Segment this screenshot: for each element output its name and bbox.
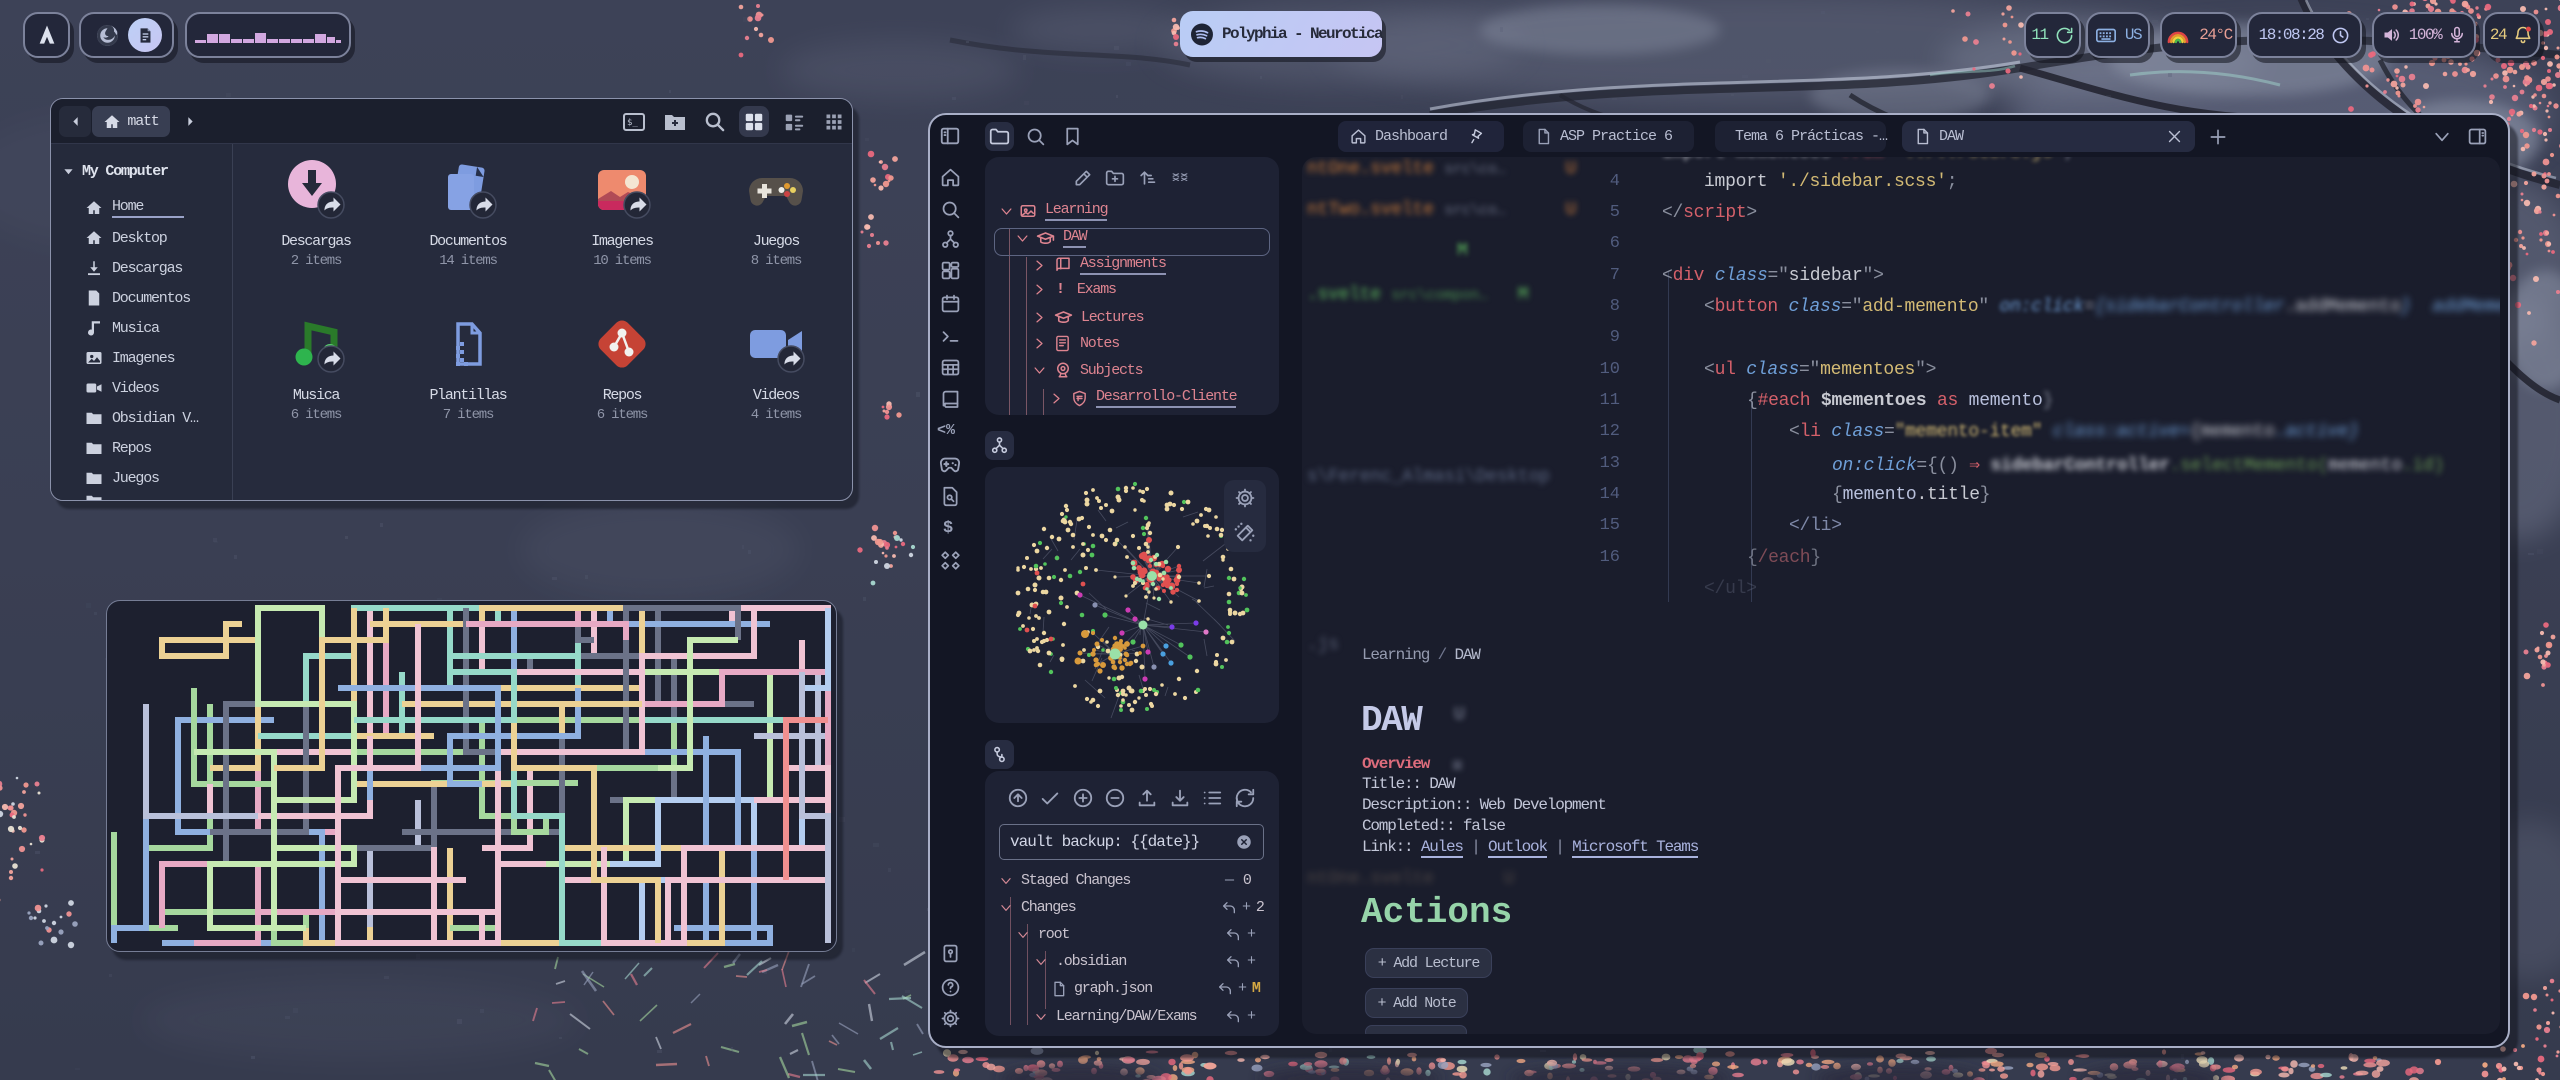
svg-text:$_: $_ bbox=[627, 118, 638, 128]
